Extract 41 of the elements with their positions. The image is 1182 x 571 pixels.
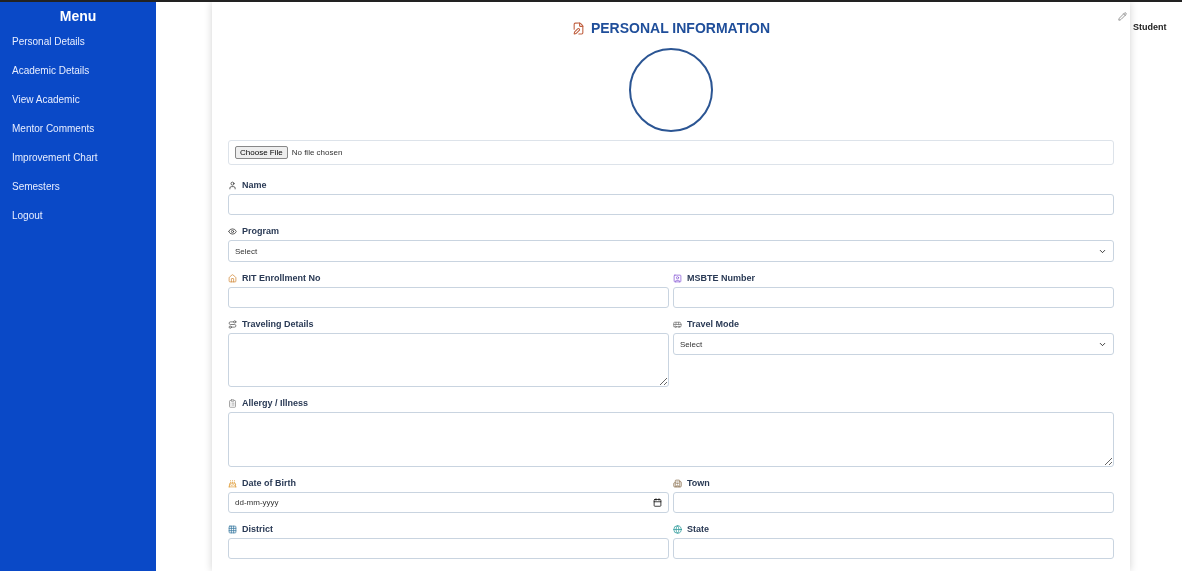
field-label: Town [687, 478, 710, 488]
field-label: Program [242, 226, 279, 236]
user-icon [228, 180, 237, 190]
calendar-icon [653, 498, 662, 507]
field-label: Date of Birth [242, 478, 296, 488]
file-field[interactable]: Choose File No file chosen [228, 140, 1114, 165]
sidebar-item[interactable]: Logout [0, 210, 156, 239]
file-status: No file chosen [291, 148, 343, 157]
id-card-icon [673, 273, 682, 283]
user-name: Student [1133, 22, 1167, 32]
date-field[interactable]: dd-mm-yyyy [228, 492, 669, 513]
field-label: State [687, 524, 709, 534]
field-label: District [242, 524, 273, 534]
building-icon [673, 478, 682, 488]
grid-icon [228, 524, 237, 534]
field-label: MSBTE Number [687, 273, 755, 283]
sidebar-item[interactable]: Semesters [0, 181, 156, 210]
select-field[interactable]: Select [228, 240, 1114, 262]
menu-title: Menu [58, 8, 98, 24]
sidebar-item[interactable]: View Academic [0, 94, 156, 123]
globe-icon [673, 524, 682, 534]
select-field[interactable]: Select [673, 333, 1114, 355]
sidebar-item[interactable]: Improvement Chart [0, 152, 156, 181]
field-label: Travel Mode [687, 319, 740, 329]
route-icon [228, 319, 237, 329]
field-label: Name [242, 180, 267, 190]
cake-icon [228, 478, 237, 488]
sidebar-item[interactable]: Academic Details [0, 65, 156, 94]
house-icon [228, 273, 237, 283]
choose-file-button[interactable]: Choose File [235, 146, 288, 159]
pencil-icon[interactable] [1118, 12, 1127, 21]
bus-icon [673, 319, 682, 329]
eye-icon [228, 226, 237, 236]
field-label: Allergy / Illness [242, 398, 309, 408]
clipboard-icon [228, 398, 237, 408]
field-label: Traveling Details [242, 319, 314, 329]
field-label: RIT Enrollment No [242, 273, 321, 283]
sidebar-item[interactable]: Mentor Comments [0, 123, 156, 152]
sidebar-item[interactable]: Personal Details [0, 36, 156, 65]
form-title: PERSONAL INFORMATION [571, 20, 771, 36]
edit-icon [571, 21, 585, 35]
